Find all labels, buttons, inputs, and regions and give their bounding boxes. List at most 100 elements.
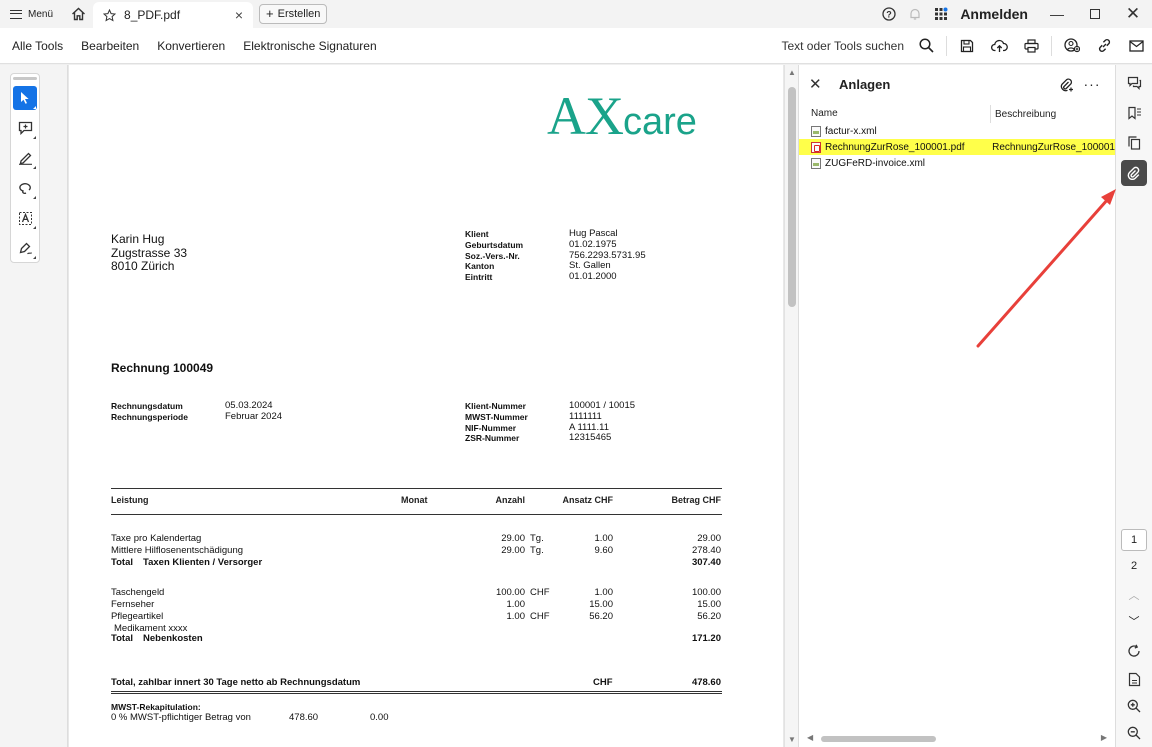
search-button[interactable] [910,28,942,64]
column-name[interactable]: Name [799,105,991,123]
minimize-button[interactable]: — [1038,0,1076,28]
select-tool[interactable] [13,86,37,110]
apps-grid-icon [935,7,948,20]
copy-link-button[interactable] [1088,28,1120,64]
page-thumbnail-1[interactable]: 1 [1121,529,1147,551]
comments-panel-button[interactable] [1121,70,1147,96]
recipient-line: 8010 Zürich [111,259,175,273]
toolbar-convert[interactable]: Konvertieren [148,39,234,53]
hamburger-icon [10,9,22,19]
recipient-line: Karin Hug [111,232,165,246]
attachment-row[interactable]: factur-x.xml [799,123,1115,139]
create-button[interactable]: + Erstellen [259,4,328,24]
email-button[interactable] [1120,28,1152,64]
draw-tool[interactable] [13,176,37,200]
comment-tool[interactable] [13,116,37,140]
create-label: Erstellen [277,8,321,20]
sign-in-button[interactable]: Anmelden [954,6,1038,22]
scroll-thumb[interactable] [788,87,796,307]
scroll-thumb[interactable] [821,736,936,742]
apps-button[interactable] [928,0,954,28]
bookmarks-panel-button[interactable] [1121,100,1147,126]
add-attachment-button[interactable] [1053,72,1079,96]
header-month: Monat [401,495,428,505]
save-icon [960,39,974,52]
scroll-up-icon[interactable]: ▲ [788,68,796,77]
toolbar-edit[interactable]: Bearbeiten [72,39,148,53]
printer-icon [1023,38,1039,53]
share-button[interactable] [1056,28,1088,64]
scroll-left-icon[interactable]: ◀ [807,733,813,742]
link-icon [1098,39,1110,52]
vat-value: 0.00 [370,712,389,723]
main-toolbar: Alle Tools Bearbeiten Konvertieren Elekt… [0,28,1152,64]
text-box-tool[interactable] [13,206,37,230]
star-icon[interactable] [103,8,117,22]
zoom-out-icon [1127,726,1141,740]
page-info-button[interactable] [1121,666,1147,692]
bell-icon [910,8,920,20]
scroll-down-icon[interactable]: ▼ [788,735,796,744]
home-icon [71,7,85,21]
document-tab[interactable]: 8_PDF.pdf × [93,2,254,28]
upload-cloud-button[interactable] [983,28,1015,64]
document-vertical-scrollbar[interactable]: ▲ ▼ [784,65,798,747]
xml-file-icon [811,157,821,169]
attachments-panel: ✕ Anlagen ··· Name Beschreibung factur-x… [798,65,1115,747]
print-button[interactable] [1015,28,1047,64]
chevron-down-icon: ﹀ [1128,616,1140,628]
attachments-horizontal-scrollbar[interactable]: ◀ ▶ [807,733,1107,745]
scroll-right-icon[interactable]: ▶ [1101,733,1107,742]
rotate-icon [1128,644,1140,657]
pages-panel-button[interactable] [1121,130,1147,156]
document-viewport[interactable]: AXcare Karin Hug Zugstrasse 33 8010 Züri… [68,65,798,747]
table-top-rule [111,488,722,489]
attachments-panel-button[interactable] [1121,160,1147,186]
next-page-button[interactable]: ﹀ [1121,611,1147,631]
header-amount: Betrag CHF [671,495,721,505]
cloud-upload-icon [990,39,1008,52]
more-options-button[interactable]: ··· [1079,72,1105,96]
zoom-out-button[interactable] [1121,720,1147,746]
client-info-values: Hug Pascal 01.02.1975 756.2293.5731.95 S… [569,228,646,283]
close-panel-icon[interactable]: ✕ [809,75,829,93]
drag-grip[interactable] [13,77,37,80]
previous-page-button[interactable]: ︿ [1121,585,1147,605]
close-window-button[interactable]: ✕ [1114,0,1152,28]
header-qty: Anzahl [495,495,525,505]
attachments-title: Anlagen [839,76,891,92]
toolbar-e-signatures[interactable]: Elektronische Signaturen [234,39,385,53]
menu-button[interactable]: Menü [0,0,63,28]
title-bar: Menü 8_PDF.pdf × + Erstellen ? Anmelden … [0,0,1152,28]
search-tools-label[interactable]: Text oder Tools suchen [781,39,904,53]
notifications-button[interactable] [902,0,928,28]
rotate-button[interactable] [1121,638,1147,664]
svg-text:?: ? [887,9,893,19]
cursor-arrow-icon [21,92,29,104]
attachment-row-selected[interactable]: RechnungZurRose_100001.pdf RechnungZurRo… [799,139,1115,155]
invoice-id-values: 100001 / 10015 1111111 A 1111.11 1231546… [569,400,636,444]
text-box-icon [18,211,32,225]
home-button[interactable] [63,0,93,28]
toolbar-all-tools[interactable]: Alle Tools [0,39,72,53]
tab-title: 8_PDF.pdf [124,8,181,22]
tab-close-icon[interactable]: × [235,7,243,23]
pen-highlight-icon [18,152,32,165]
sign-tool[interactable] [13,236,37,260]
header-service: Leistung [111,495,149,505]
page-thumbnail-2[interactable]: 2 [1121,555,1147,577]
add-comment-icon [18,121,32,135]
lasso-draw-icon [18,183,31,194]
attachment-row[interactable]: ZUGFeRD-invoice.xml [799,155,1115,171]
invoice-id-labels: Klient-Nummer MWST-Nummer NIF-Nummer ZSR… [465,401,528,444]
pages-copy-icon [1128,136,1141,150]
save-button[interactable] [951,28,983,64]
maximize-button[interactable] [1076,0,1114,28]
pdf-file-icon [811,141,821,153]
recipient-line: Zugstrasse 33 [111,245,188,260]
highlight-tool[interactable] [13,146,37,170]
column-description[interactable]: Beschreibung [991,109,1056,120]
menu-label: Menü [28,8,54,20]
help-button[interactable]: ? [876,0,902,28]
zoom-in-button[interactable] [1121,693,1147,719]
